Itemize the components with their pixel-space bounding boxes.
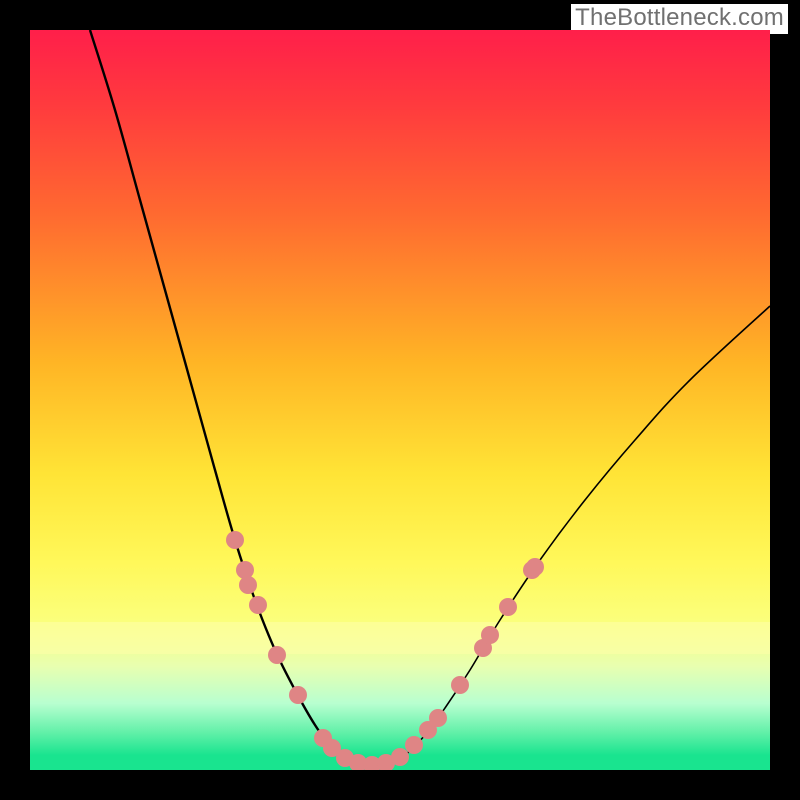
data-dot <box>249 596 267 614</box>
data-dot <box>236 561 254 579</box>
data-dot <box>526 558 544 576</box>
curve-left <box>90 30 365 765</box>
data-dot <box>226 531 244 549</box>
chart-svg <box>30 30 770 770</box>
data-dot <box>499 598 517 616</box>
data-dot <box>451 676 469 694</box>
data-dot <box>268 646 286 664</box>
data-dot <box>289 686 307 704</box>
data-dots <box>226 531 544 770</box>
data-dot <box>239 576 257 594</box>
data-dot <box>429 709 447 727</box>
data-dot <box>481 626 499 644</box>
data-dot <box>391 748 409 766</box>
curve-right <box>365 306 770 765</box>
outer-frame: TheBottleneck.com <box>0 0 800 800</box>
data-dot <box>405 736 423 754</box>
plot-area <box>30 30 770 770</box>
